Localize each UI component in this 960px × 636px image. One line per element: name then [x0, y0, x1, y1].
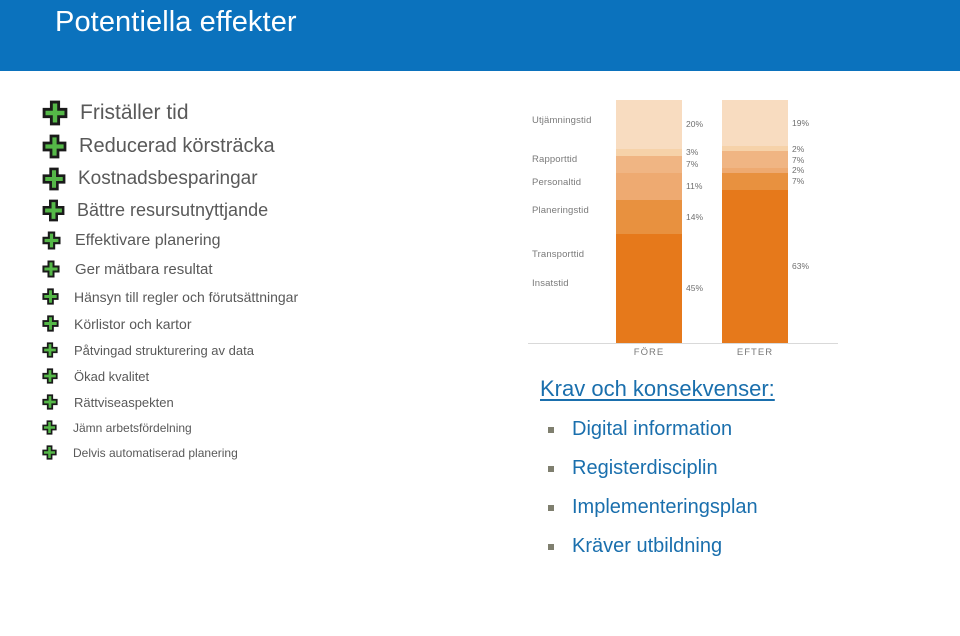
effect-list-item: Hänsyn till regler och förutsättningar [42, 283, 472, 310]
effect-list-item: Friställer tid [42, 96, 472, 130]
requirements-block: Krav och konsekvenser: Digital informati… [540, 376, 950, 558]
chart-segment-value-label: 7% [792, 176, 805, 187]
green-plus-icon [42, 199, 65, 222]
chart-category-label: Utjämningstid [532, 115, 592, 126]
chart-segment-value-label: 45% [686, 283, 704, 294]
chart-bar-fore: 20% 3% 7% 11% 14% 45% [616, 100, 703, 343]
effect-list-item-label: Rättviseaspekten [74, 394, 174, 410]
requirement-list-item: Registerdisciplin [540, 457, 950, 480]
chart-stack-segment: 3% [616, 147, 698, 157]
chart-segment-value-label: 63% [792, 261, 810, 272]
effect-list-item: Körlistor och kartor [42, 310, 472, 337]
effect-list-item-label: Delvis automatiserad planering [73, 445, 238, 460]
chart-segment-value-label: 20% [686, 119, 704, 130]
green-plus-icon [42, 288, 59, 305]
chart-stack-segment: 7% [722, 172, 804, 190]
chart-bar-efter: 19% 2% 7% 2% 7% 63% [722, 100, 809, 343]
square-bullet-icon [548, 504, 554, 511]
effect-list-item: Jämn arbetsfördelning [42, 415, 472, 440]
chart-stack-segment: 63% [722, 189, 809, 343]
effect-list-item-label: Bättre resursutnyttjande [77, 200, 269, 220]
chart-category-label: Planeringstid [532, 205, 589, 216]
effect-list-item-label: Hänsyn till regler och förutsättningar [74, 288, 299, 305]
effect-list-item: Kostnadsbesparingar [42, 163, 472, 195]
before-after-stacked-bar-chart: Utjämningstid Rapporttid Personaltid Planer… [520, 92, 850, 372]
requirement-list-item-label: Implementeringsplan [572, 496, 758, 518]
slide-header-bar: Potentiella effekter [0, 0, 960, 71]
effects-list: Friställer tid Reducerad körsträcka Kostna… [42, 96, 472, 465]
effect-list-item-label: Kostnadsbesparingar [78, 168, 258, 189]
requirements-heading: Krav och konsekvenser: [540, 376, 775, 401]
effect-list-item: Påtvingad strukturering av data [42, 337, 472, 363]
chart-tick-label-efter: EFTER [736, 347, 774, 358]
green-plus-icon [42, 231, 61, 250]
chart-stack-segment: 45% [616, 233, 703, 343]
green-plus-icon [42, 315, 59, 332]
chart-stack-segment: 20% [616, 100, 703, 149]
chart-segment-value-label: 11% [686, 181, 703, 192]
chart-stack-segment: 19% [722, 100, 809, 147]
chart-axis-line [528, 343, 838, 344]
effect-list-item-label: Körlistor och kartor [74, 315, 192, 332]
requirement-list-item: Kräver utbildning [540, 535, 950, 558]
chart-category-label: Personaltid [532, 177, 582, 188]
effect-list-item-label: Ger mätbara resultat [75, 260, 213, 278]
chart-segment-value-label: 7% [792, 154, 805, 165]
green-plus-icon [42, 368, 58, 384]
chart-segment-value-label: 2% [792, 165, 805, 176]
green-plus-icon [42, 445, 57, 460]
page-title: Potentiella effekter [55, 6, 297, 38]
effect-list-item: Reducerad körsträcka [42, 130, 472, 163]
requirement-list-item-label: Registerdisciplin [572, 457, 718, 479]
chart-stack-segment: 7% [722, 151, 804, 169]
chart-stack-segment: 14% [616, 199, 703, 234]
chart-segment-value-label: 19% [792, 118, 810, 129]
green-plus-icon [42, 420, 57, 435]
requirements-list: Digital information Registerdisciplin Impl… [540, 418, 950, 558]
chart-segment-value-label: 7% [686, 159, 699, 170]
green-plus-icon [42, 167, 66, 191]
chart-stack-segment: 11% [616, 172, 702, 200]
requirement-list-item-label: Kräver utbildning [572, 535, 723, 557]
square-bullet-icon [548, 543, 554, 550]
chart-tick-label-fore: FÖRE [633, 347, 665, 358]
requirement-list-item: Digital information [540, 418, 950, 441]
green-plus-icon [42, 100, 68, 126]
chart-stack-segment: 7% [616, 155, 698, 173]
green-plus-icon [42, 260, 60, 278]
effect-list-item-label: Ökad kvalitet [74, 368, 150, 384]
effect-list-item: Ökad kvalitet [42, 363, 472, 389]
effect-list-item: Rättviseaspekten [42, 389, 472, 415]
green-plus-icon [42, 342, 58, 358]
effect-list-item: Ger mätbara resultat [42, 255, 472, 283]
square-bullet-icon [548, 426, 554, 433]
requirement-list-item: Implementeringsplan [540, 496, 950, 519]
effect-list-item-label: Påtvingad strukturering av data [74, 342, 254, 358]
requirement-list-item-label: Digital information [572, 418, 733, 440]
chart-category-label: Rapporttid [532, 154, 578, 165]
effect-list-item-label: Effektivare planering [75, 231, 221, 249]
chart-category-label: Insatstid [532, 278, 569, 289]
chart-segment-value-label: 3% [686, 147, 699, 158]
effect-list-item: Bättre resursutnyttjande [42, 195, 472, 226]
effect-list-item-label: Friställer tid [80, 101, 189, 124]
square-bullet-icon [548, 465, 554, 472]
green-plus-icon [42, 134, 67, 159]
effect-list-item-label: Reducerad körsträcka [79, 135, 275, 157]
effect-list-item: Delvis automatiserad planering [42, 440, 472, 465]
green-plus-icon [42, 394, 58, 410]
chart-segment-value-label: 2% [792, 143, 805, 154]
effect-list-item: Effektivare planering [42, 226, 472, 255]
chart-segment-value-label: 14% [686, 211, 704, 222]
chart-category-label: Transporttid [532, 249, 585, 260]
effect-list-item-label: Jämn arbetsfördelning [73, 420, 192, 435]
